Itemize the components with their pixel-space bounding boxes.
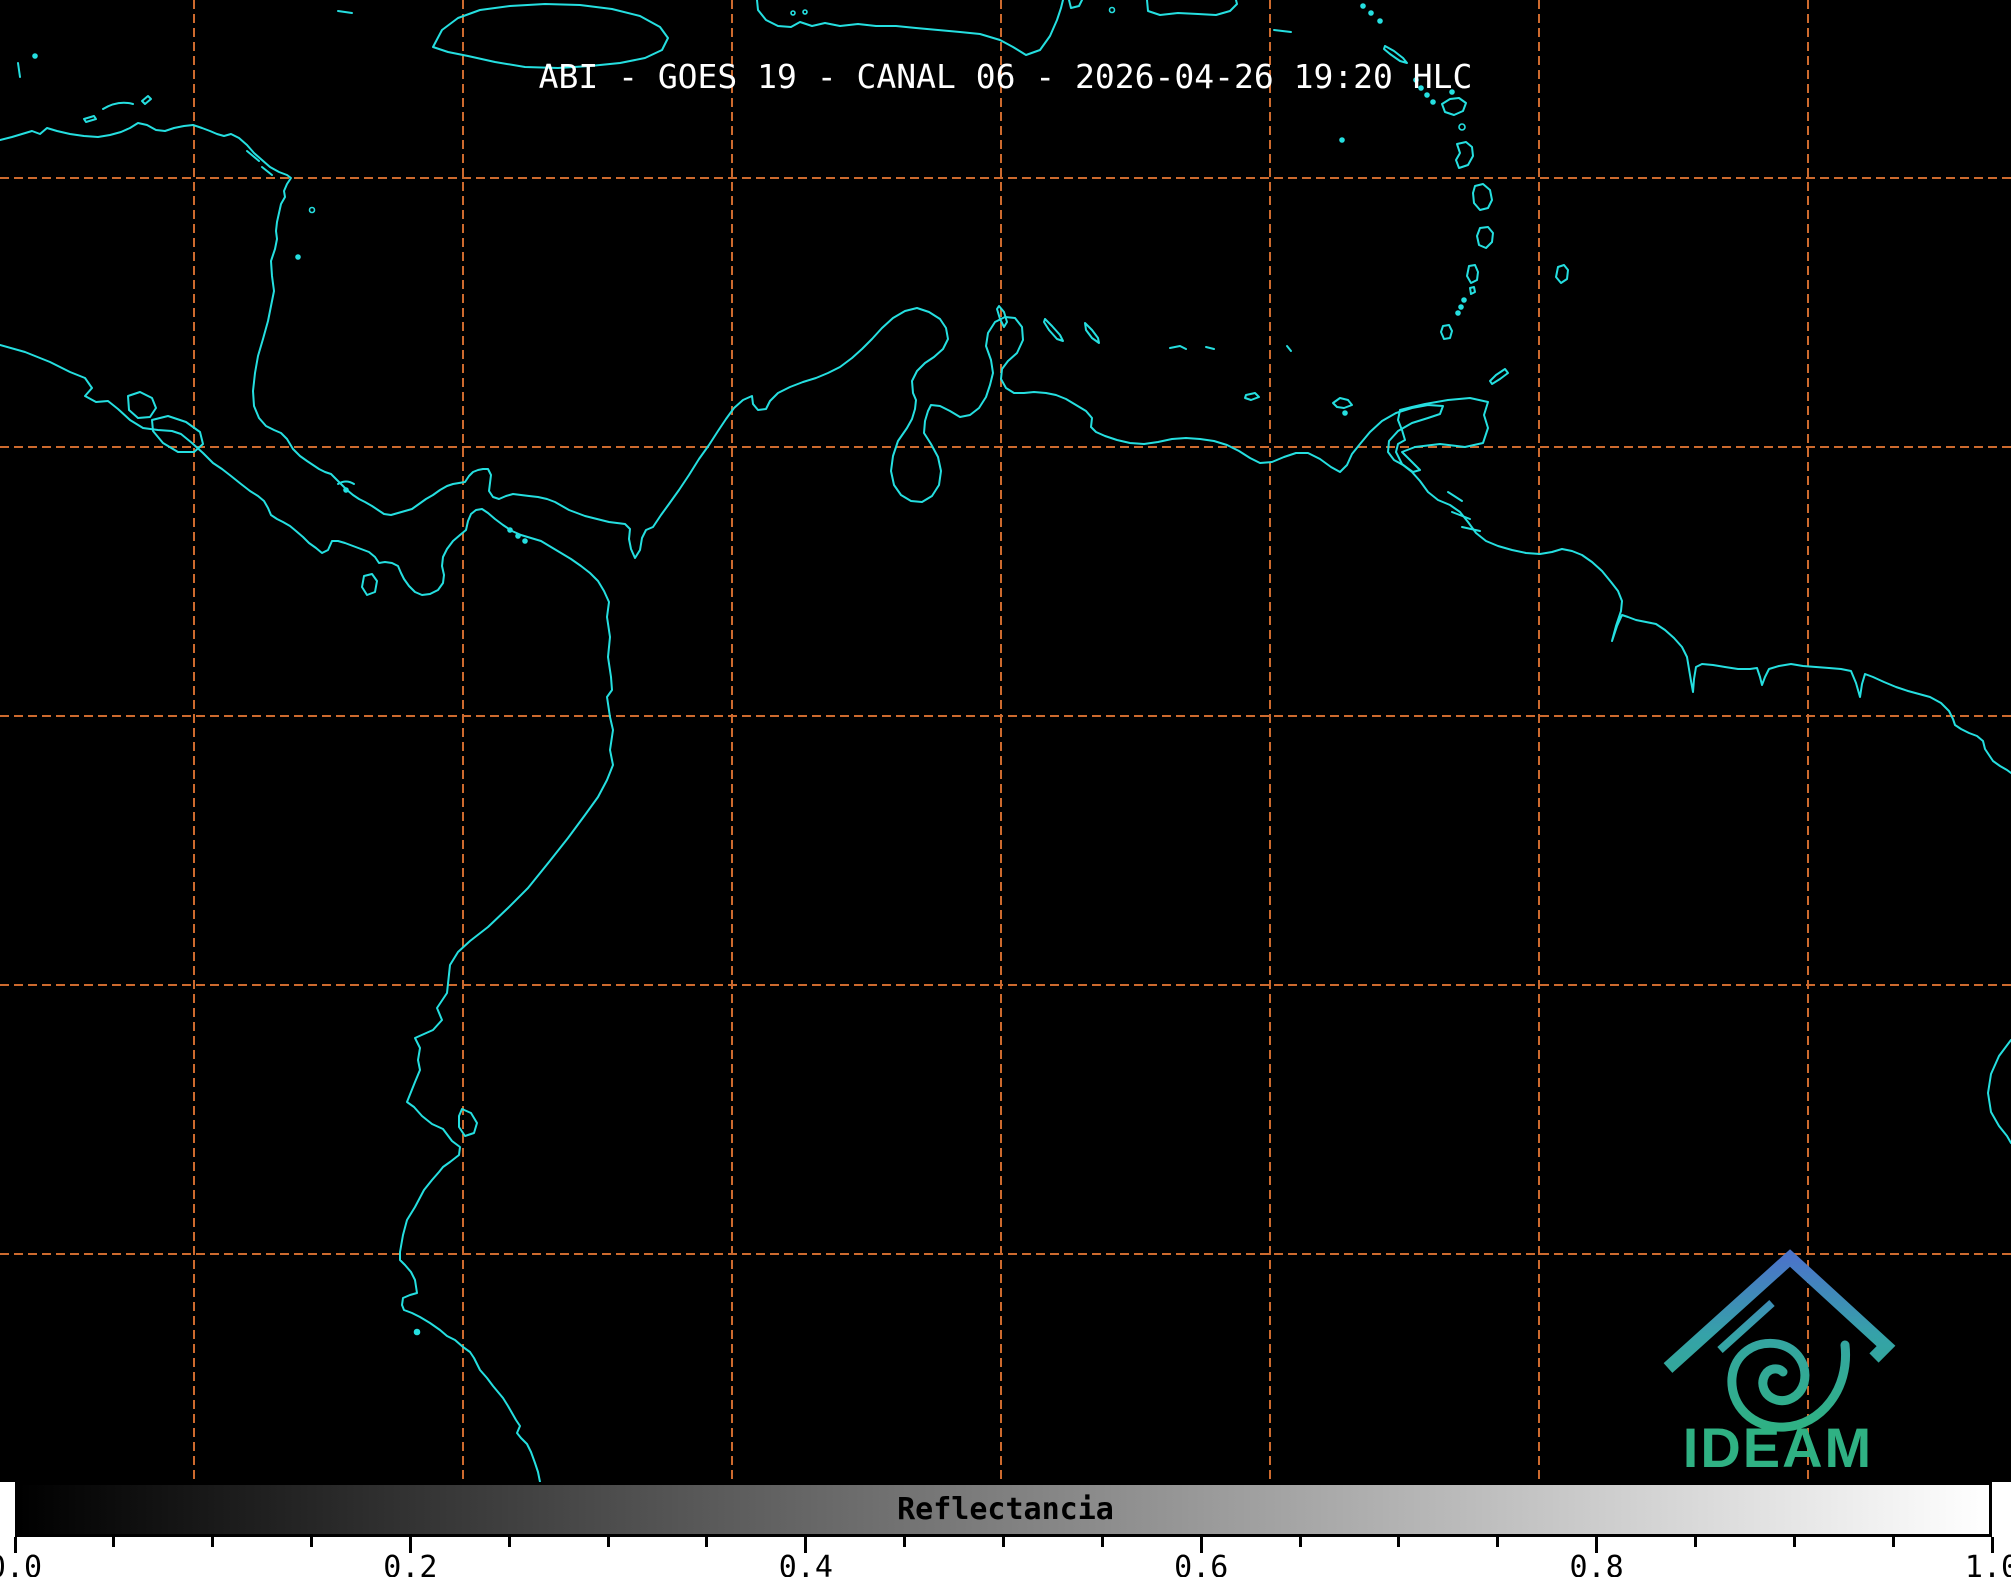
coastline-tobago [1489,368,1509,385]
coastline-margarita [1332,397,1353,409]
colorbar-tick-label: 0.2 [383,1550,438,1577]
island-dot [802,9,808,15]
colorbar-tick-label: 0.6 [1174,1550,1229,1577]
coastline-hispaniola-south-coast [756,0,1064,56]
island-dot [1339,137,1345,143]
island-dot [1455,310,1461,316]
coastline-la-tortuga [1244,392,1260,401]
coastline-la-blanquilla [1286,345,1292,352]
coastline-barbados [1555,264,1569,284]
island-dot [295,254,301,260]
colorbar-minor-tick [507,1537,511,1547]
island-dot [515,533,521,539]
coastline-dominica [1472,183,1493,211]
colorbar-minor-tick [1496,1537,1500,1547]
satellite-image-viewport: IDEAM ABI - GOES 19 - CANAL 06 - 2026-04… [0,0,2011,1577]
coastline-guadeloupe [1455,141,1474,169]
colorbar-minor-tick [310,1537,314,1547]
coastline-los-roques [1169,345,1187,350]
coastline-grand-cayman [337,10,353,14]
island-dot [1360,3,1366,9]
coastline-puerto-rico [1146,0,1238,16]
island-dot [1377,18,1383,24]
coastline-lake-managua [127,391,157,419]
colorbar-minor-tick [1002,1537,1005,1547]
coastline-vieques [1273,29,1292,33]
coastline-hispaniola-east-tip [1068,0,1083,9]
coastline-curacao [1043,318,1064,342]
coastline-martinique [1476,226,1494,249]
colorbar-tick-label: 1.0 [1964,1550,2011,1577]
colorbar-minor-tick [1693,1537,1697,1547]
logo-wordmark: IDEAM [1683,1416,1873,1479]
colorbar-minor-tick [1792,1537,1796,1547]
colorbar-minor-tick [112,1537,116,1547]
colorbar-minor-tick [211,1537,215,1547]
coastline-la-orchila [1205,346,1215,350]
colorbar-minor-tick [606,1537,610,1547]
colorbar-tick-label: 0.4 [778,1550,833,1577]
colorbar-tick-label: 0.0 [0,1550,43,1577]
ideam-logo: IDEAM [1663,1249,1896,1479]
coastline-st-lucia [1466,264,1479,284]
colorbar-minor-tick [1100,1537,1104,1547]
latlon-gridlines [0,0,2011,1482]
island-dot [1108,6,1116,14]
coastline-pacific-mainland-coast [0,344,614,1482]
island-dot [507,527,513,533]
logo-mountain-icon [1663,1249,1896,1373]
logo-hurricane-swirl-icon [1727,1338,1851,1432]
coastline-utila [83,115,97,123]
coastline-bocas-islet [337,480,355,485]
coastline-isla-puna [458,1108,478,1137]
coastline-grenada [1440,324,1453,340]
colorbar-label: Reflectancia [897,1492,1114,1527]
island-dot [1458,304,1464,310]
island-dot [413,1328,421,1336]
island-dot [1461,297,1467,303]
colorbar-tick-label: 0.8 [1569,1550,1624,1577]
colorbar-minor-tick [1298,1537,1302,1547]
coastline-orinoco-delta-channel-1 [1447,491,1463,502]
coastline-brazil-coast-arc [1987,1039,2011,1144]
island-dot [1342,410,1348,416]
coastline-coiba [361,573,378,596]
map-canvas: IDEAM [0,0,2011,1482]
coastline-antigua [1441,97,1467,116]
island-dot [790,10,796,16]
map-title: ABI - GOES 19 - CANAL 06 - 2026-04-26 19… [538,57,1473,96]
colorbar-minor-tick [705,1537,709,1547]
coastline-bonaire [1084,322,1100,344]
colorbar-minor-tick [1891,1537,1895,1547]
island-dot [1430,99,1436,105]
coastline-guanaja [141,95,152,105]
island-dot [343,487,349,493]
colorbar: Reflectancia 0.0 0.2 0.4 0.6 0.8 1.0 [0,1482,2011,1577]
colorbar-minor-tick [903,1537,907,1547]
island-dot [308,206,316,214]
coastline-st-vincent [1469,286,1476,295]
island-dot [522,538,528,544]
coastline-roatan [102,101,134,110]
coastlines [0,0,2011,1482]
island-dot [1458,123,1466,131]
colorbar-minor-tick [1397,1537,1401,1547]
island-dot [1368,10,1374,16]
